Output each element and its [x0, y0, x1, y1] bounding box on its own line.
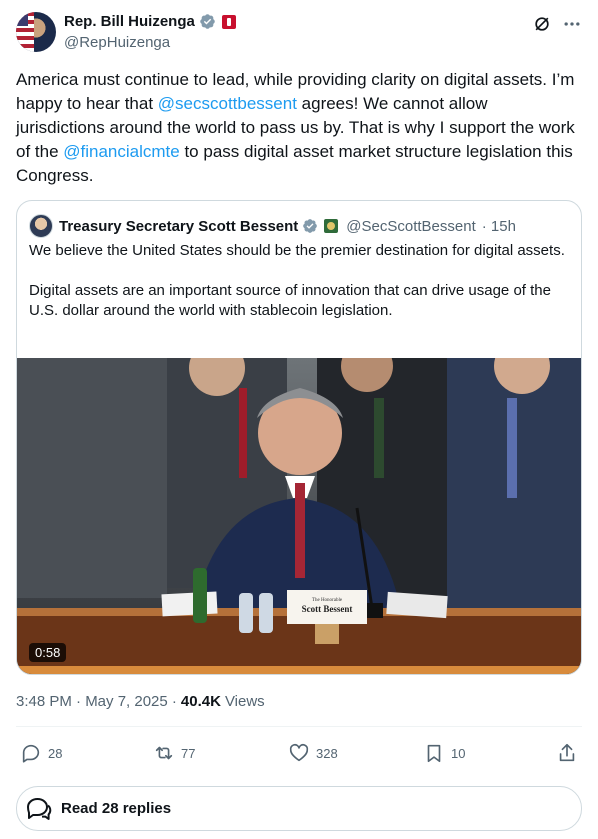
quoted-text-para2: Digital assets are an important source o… [29, 282, 551, 319]
author-handle[interactable]: @RepHuizenga [64, 34, 170, 51]
reply-bubbles-icon [27, 797, 52, 820]
quoted-author-handle: @SecScottBessent [346, 217, 476, 235]
tweet-header: Rep. Bill Huizenga @RepHuizenga [16, 12, 582, 56]
bookmark-icon [427, 744, 441, 763]
verified-badge-icon [303, 219, 318, 233]
grok-icon[interactable] [532, 14, 552, 34]
header-icons [532, 14, 582, 34]
video-player[interactable]: The Honorable Scott Bessent 0:58 [17, 358, 581, 674]
nameplate-small-text: The Honorable [312, 598, 343, 603]
author-avatar[interactable] [16, 12, 56, 52]
mention-secscottbessent[interactable]: @secscottbessent [158, 94, 297, 113]
share-icon [559, 743, 575, 762]
author-name-row: Rep. Bill Huizenga [64, 13, 236, 30]
video-duration-badge: 0:58 [29, 643, 67, 662]
bookmark-count: 10 [451, 745, 466, 761]
quoted-tweet[interactable]: Treasury Secretary Scott Bessent @SecSco… [16, 200, 582, 675]
quoted-author-name: Treasury Secretary Scott Bessent [59, 217, 299, 235]
quoted-tweet-body: We believe the United States should be t… [29, 241, 571, 341]
nameplate-name-text: Scott Bessent [302, 604, 353, 614]
treasury-affiliation-icon [324, 219, 339, 233]
bookmark-button[interactable]: 10 [423, 742, 465, 764]
video-frame: The Honorable Scott Bessent [17, 358, 581, 674]
repost-count: 77 [181, 745, 196, 761]
action-bar: 28 77 328 10 [16, 742, 582, 766]
view-count: 40.4K [180, 693, 221, 710]
tweet-meta: 3:48 PM · May 7, 2025 · 40.4K Views [16, 693, 265, 710]
repost-button[interactable]: 77 [153, 742, 195, 764]
tweet-timestamp[interactable]: 3:48 PM · May 7, 2025 · [16, 693, 177, 710]
like-button[interactable]: 328 [288, 742, 338, 764]
tweet-text: America must continue to lead, while pro… [16, 68, 576, 188]
more-options-icon[interactable] [562, 14, 582, 34]
affiliation-badge-icon [221, 14, 236, 29]
read-replies-label: Read 28 replies [61, 800, 172, 817]
heart-icon [289, 743, 309, 762]
author-name[interactable]: Rep. Bill Huizenga [64, 13, 195, 30]
reply-icon [22, 744, 40, 763]
quoted-tweet-header: Treasury Secretary Scott Bessent @SecSco… [29, 214, 516, 238]
quoted-text-para1: We believe the United States should be t… [29, 242, 565, 259]
divider-top [16, 726, 582, 727]
quoted-author-avatar [29, 214, 53, 238]
share-button[interactable] [556, 742, 578, 764]
reply-button[interactable]: 28 [20, 742, 62, 764]
quoted-tweet-time: · 15h [481, 217, 516, 235]
repost-icon [155, 746, 173, 760]
view-label: Views [224, 693, 265, 710]
like-count: 328 [316, 745, 338, 761]
mention-financialcmte[interactable]: @financialcmte [63, 142, 179, 161]
read-replies-button[interactable]: Read 28 replies [16, 786, 582, 831]
reply-count: 28 [48, 745, 63, 761]
verified-badge-icon [200, 14, 215, 29]
